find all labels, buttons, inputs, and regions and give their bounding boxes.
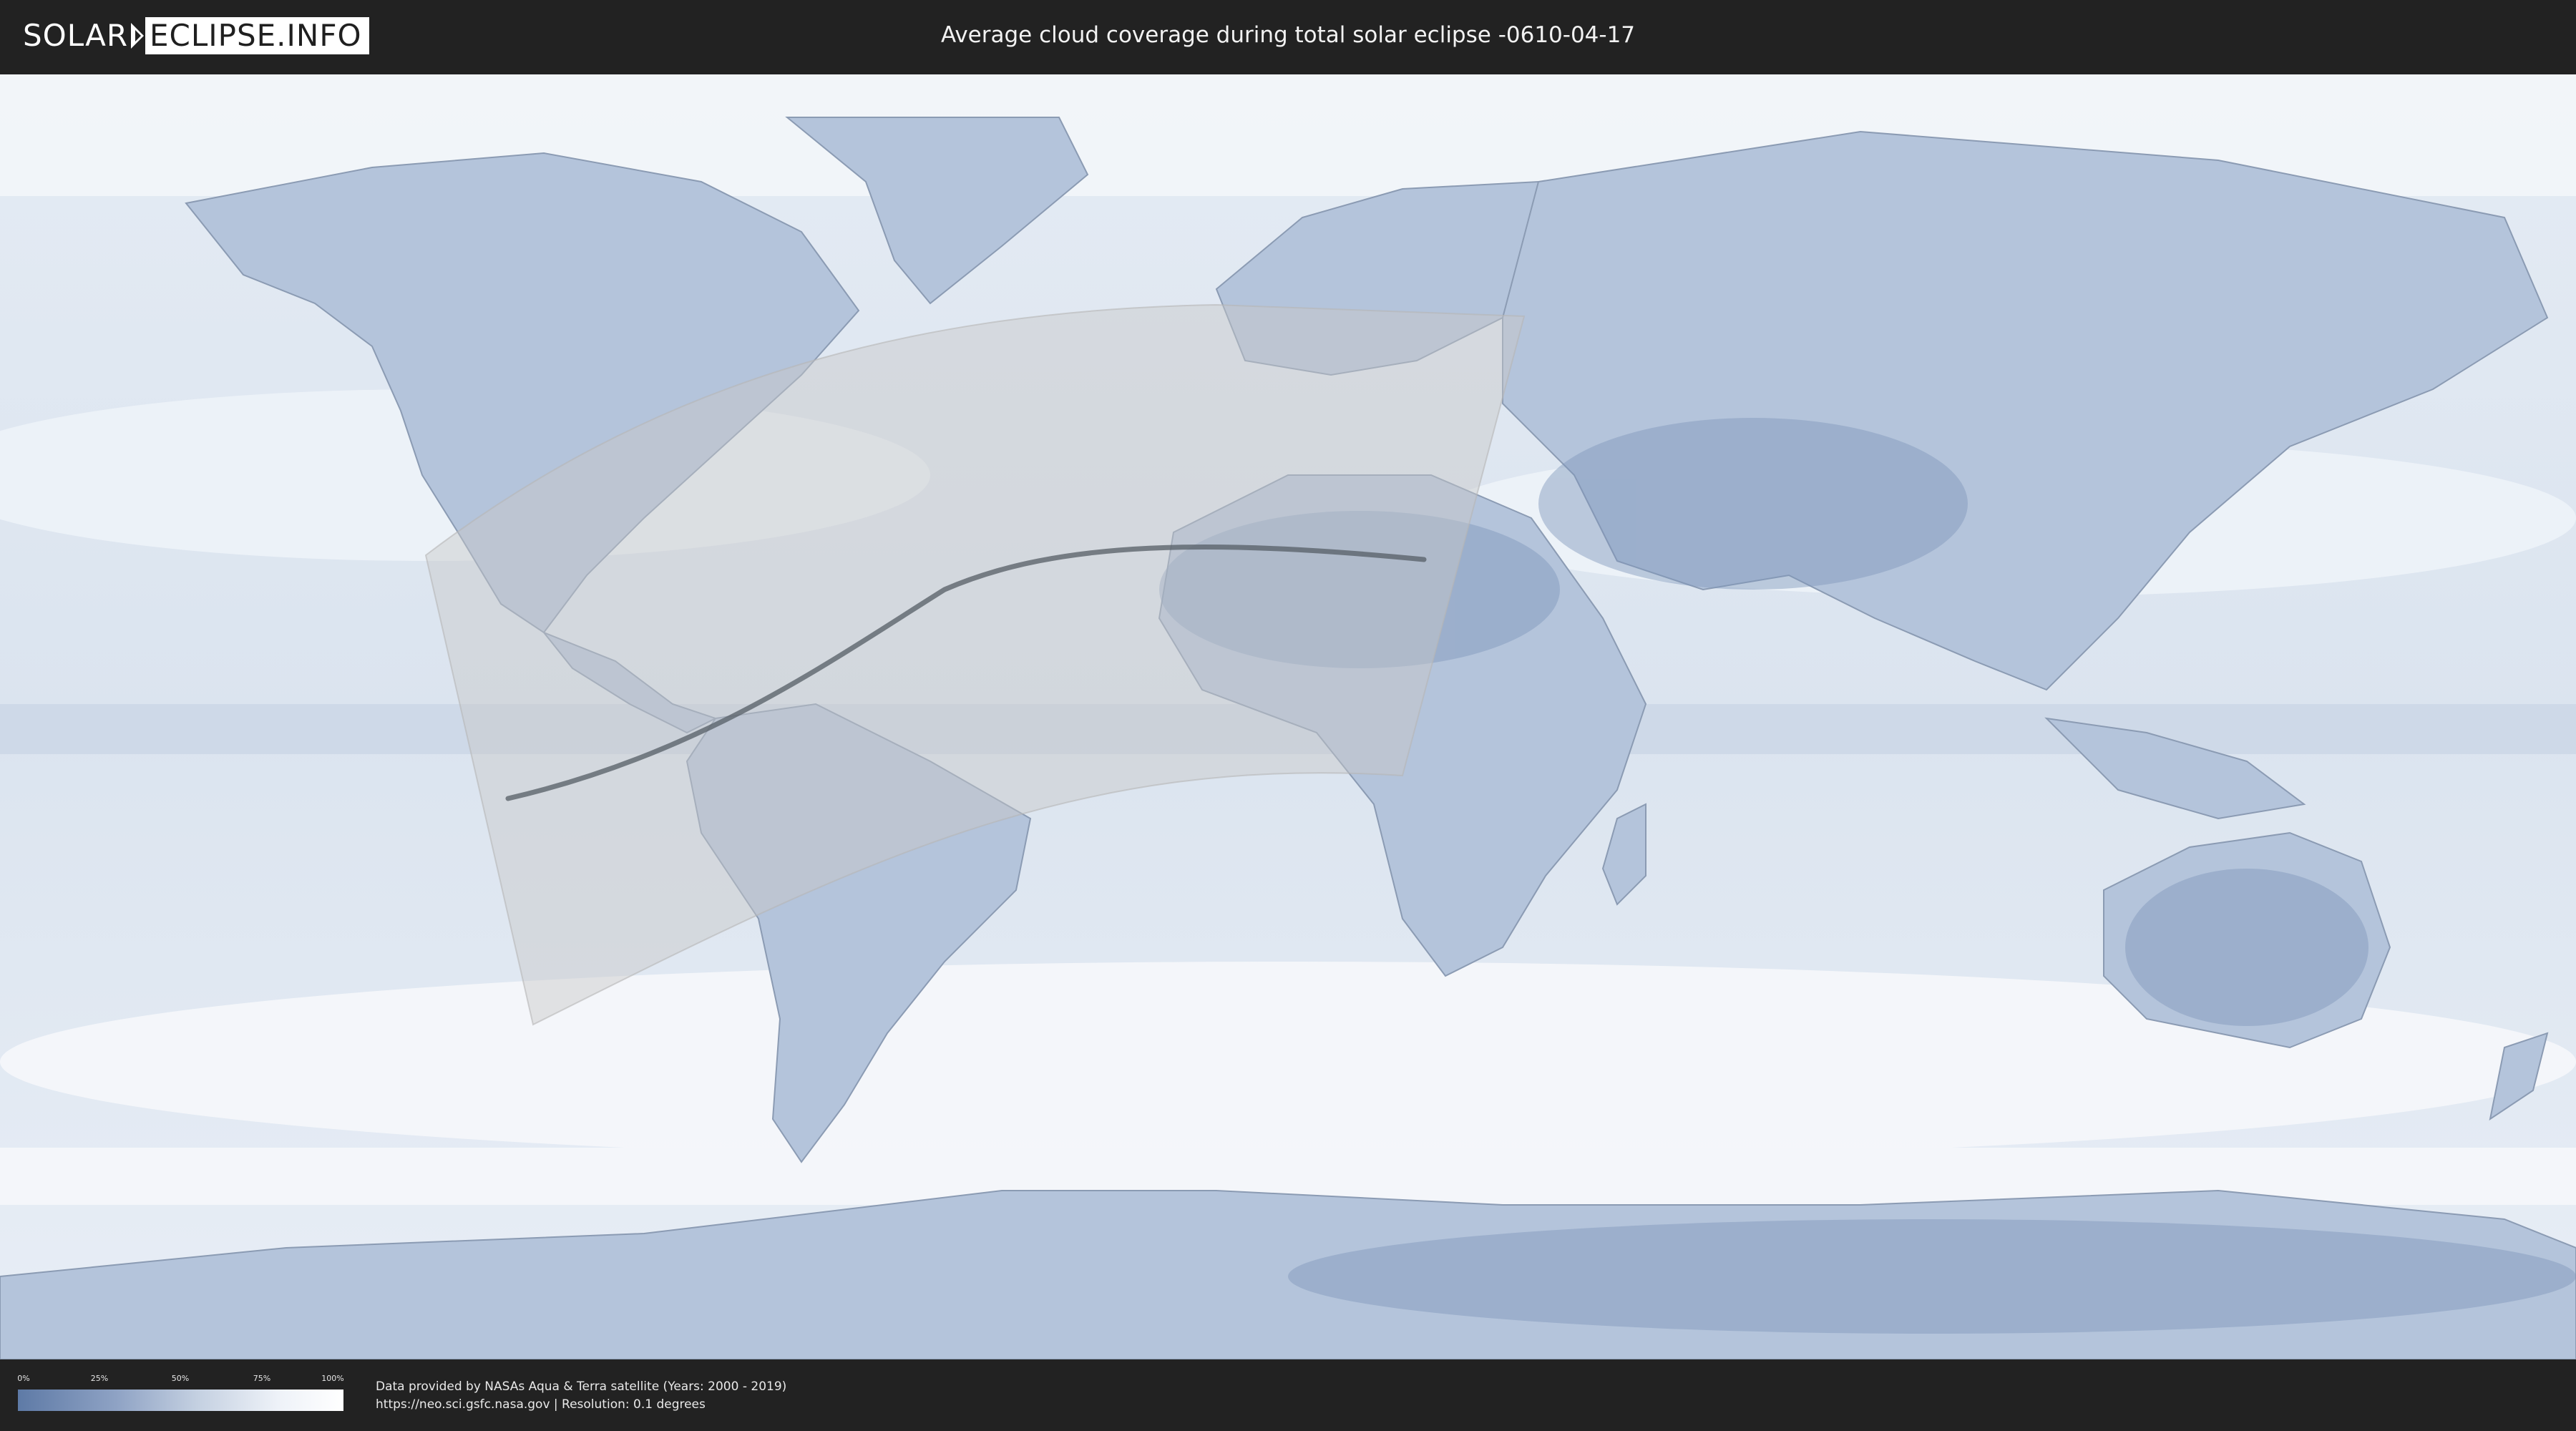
data-credits: Data provided by NASAs Aqua & Terra sate… [376,1378,786,1414]
legend-tick-50: 50% [171,1374,190,1383]
legend-tick-75: 75% [253,1374,271,1383]
credits-line-source: Data provided by NASAs Aqua & Terra sate… [376,1379,787,1394]
top-bar: SOLAR ECLIPSE.INFO Average cloud coverag… [0,0,2576,72]
cloud-coverage-legend: 0% 25% 50% 75% 100% [17,1374,344,1414]
legend-tick-25: 25% [90,1374,109,1383]
legend-gradient-bar [18,1390,343,1411]
page-title: Average cloud coverage during total sola… [940,22,1636,48]
legend-tick-0: 0% [17,1374,30,1383]
credits-line-url[interactable]: https://neo.sci.gsfc.nasa.gov | Resoluti… [376,1396,786,1414]
legend-tick-100: 100% [321,1374,344,1383]
cloud-coverage-map[interactable] [0,74,2576,1359]
